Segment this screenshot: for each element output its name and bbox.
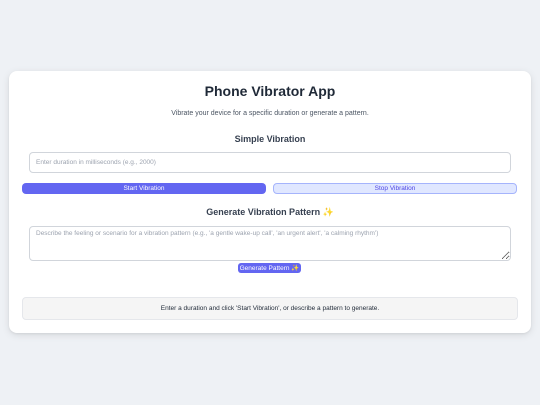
stop-vibration-button[interactable]: Stop Vibration	[273, 183, 517, 194]
generate-pattern-button[interactable]: Generate Pattern ✨	[238, 263, 301, 273]
app-card: Phone Vibrator App Vibrate your device f…	[9, 71, 531, 333]
page-title: Phone Vibrator App	[204, 83, 336, 99]
generate-pattern-heading: Generate Vibration Pattern ✨	[206, 207, 334, 217]
status-message: Enter a duration and click 'Start Vibrat…	[160, 305, 380, 312]
page-subtitle: Vibrate your device for a specific durat…	[171, 110, 369, 117]
simple-vibration-heading: Simple Vibration	[234, 134, 306, 144]
pattern-description-input[interactable]	[29, 226, 511, 261]
status-message-box: Enter a duration and click 'Start Vibrat…	[22, 297, 518, 320]
duration-input[interactable]	[29, 152, 511, 173]
start-vibration-button[interactable]: Start Vibration	[22, 183, 266, 194]
